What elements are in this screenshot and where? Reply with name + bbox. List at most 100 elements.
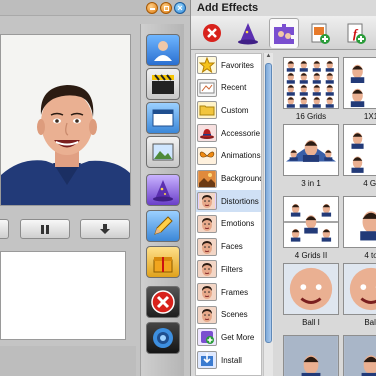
edit-tool-button[interactable] xyxy=(146,210,180,242)
window-icon xyxy=(152,109,174,127)
effect-thumbnail[interactable] xyxy=(283,196,339,248)
settings-tool-button[interactable] xyxy=(146,322,180,354)
tab-effects[interactable] xyxy=(269,18,299,48)
category-label: Get More xyxy=(221,332,255,342)
hat-icon xyxy=(197,124,217,143)
close-button[interactable]: × xyxy=(174,2,186,14)
tab-add-image[interactable] xyxy=(305,18,335,48)
clapper-tool-button[interactable] xyxy=(146,68,180,100)
face-icon xyxy=(197,260,217,279)
wizard-tool-button[interactable] xyxy=(146,174,180,206)
category-item-recent[interactable]: Recent xyxy=(196,77,261,99)
effect-label: 4 Grids II xyxy=(294,251,328,260)
category-item-animations[interactable]: Animations xyxy=(196,145,261,167)
effect-thumbnail[interactable] xyxy=(343,196,376,248)
category-item-background[interactable]: Background xyxy=(196,168,261,190)
effect-label: Ball xyxy=(364,318,376,327)
category-label: Favorites xyxy=(221,60,254,70)
face-icon xyxy=(197,305,217,324)
window-tool-button[interactable] xyxy=(146,102,180,134)
effect-thumbnail[interactable] xyxy=(283,263,339,315)
effect-label: 1X1 xyxy=(363,112,376,121)
star-icon xyxy=(197,56,217,74)
message-box[interactable] xyxy=(0,251,126,340)
category-label: Scenes xyxy=(221,310,248,320)
category-item-emotions[interactable]: Emotions xyxy=(196,213,261,235)
category-label: Install xyxy=(221,355,242,365)
category-item-faces[interactable]: Faces xyxy=(196,236,261,258)
maximize-button[interactable] xyxy=(160,2,172,14)
scroll-up-icon[interactable]: ▲ xyxy=(265,53,272,61)
wizard-hat-icon xyxy=(238,23,258,45)
previous-button[interactable] xyxy=(0,219,9,239)
close-icon: × xyxy=(177,3,183,13)
effect-thumbnail[interactable] xyxy=(343,57,376,109)
effect-label: 3 in 1 xyxy=(301,179,321,188)
category-label: Frames xyxy=(221,287,249,297)
image-tool-button[interactable] xyxy=(146,136,180,168)
capture-pane: × xyxy=(0,0,190,376)
window-title-bar: × xyxy=(0,0,190,16)
pause-icon xyxy=(40,224,50,234)
minimize-button[interactable] xyxy=(146,2,158,14)
tool-column xyxy=(140,24,184,376)
clock-icon xyxy=(197,78,217,97)
install-icon xyxy=(197,351,217,370)
effect-thumbnail[interactable] xyxy=(343,335,376,376)
category-list: Favorites Recent Custom Accessorie Animation… xyxy=(195,53,262,376)
person-tool-button[interactable] xyxy=(146,34,180,66)
download-button[interactable] xyxy=(80,219,130,239)
landscape-icon xyxy=(197,169,217,188)
category-item-get-more[interactable]: Get More xyxy=(196,326,261,348)
category-item-scenes[interactable]: Scenes xyxy=(196,304,261,326)
wizard-hat-icon xyxy=(153,180,173,202)
effect-thumbnail[interactable] xyxy=(283,124,339,176)
down-arrow-icon xyxy=(100,224,110,234)
get-more-icon xyxy=(197,328,217,347)
face-icon xyxy=(197,237,217,256)
category-label: Emotions xyxy=(221,219,255,229)
scroll-thumb[interactable] xyxy=(265,63,272,343)
category-label: Accessorie xyxy=(221,128,261,138)
category-item-install[interactable]: Install xyxy=(196,349,261,371)
tab-add-flash[interactable]: f xyxy=(341,18,371,48)
red-x-icon xyxy=(151,290,175,314)
effect-thumbnail[interactable] xyxy=(343,263,376,315)
category-label: Recent xyxy=(221,83,247,93)
butterfly-icon xyxy=(197,146,217,165)
folder-icon xyxy=(197,101,217,120)
category-item-custom[interactable]: Custom xyxy=(196,99,261,121)
category-item-accessorie[interactable]: Accessorie xyxy=(196,122,261,144)
category-label: Filters xyxy=(221,264,243,274)
category-scrollbar[interactable]: ▲ xyxy=(263,53,273,376)
pause-button[interactable] xyxy=(20,219,70,239)
maximize-icon xyxy=(164,6,169,11)
clapperboard-icon xyxy=(152,74,174,94)
effects-tab-strip: f xyxy=(191,16,376,50)
tab-remove[interactable] xyxy=(197,18,227,48)
bottom-strip xyxy=(0,346,136,376)
pencil-icon xyxy=(154,216,173,235)
effect-thumbnail[interactable] xyxy=(283,335,339,376)
red-x-icon xyxy=(203,24,221,42)
effects-panel: Add Effects f Favorites Recent Custom Acces… xyxy=(190,0,376,376)
category-item-filters[interactable]: Filters xyxy=(196,258,261,280)
category-item-distortions[interactable]: Distortions xyxy=(196,190,261,213)
webcam-preview xyxy=(0,34,131,206)
panel-title: Add Effects xyxy=(197,2,259,14)
effect-label: 4 to xyxy=(364,251,376,260)
puzzle-people-icon xyxy=(274,23,294,44)
effect-thumbnail[interactable] xyxy=(283,57,339,109)
gift-tool-button[interactable] xyxy=(146,246,180,278)
tab-wizard[interactable] xyxy=(233,18,263,48)
category-item-favorites[interactable]: Favorites xyxy=(196,54,261,76)
category-item-frames[interactable]: Frames xyxy=(196,281,261,303)
gear-icon xyxy=(153,328,173,348)
face-icon xyxy=(197,283,217,301)
category-label: Animations xyxy=(221,151,261,161)
gift-box-icon xyxy=(153,257,173,273)
close-tool-button[interactable] xyxy=(146,286,180,318)
effect-thumbnail[interactable] xyxy=(343,124,376,176)
effect-label: 4 Gr xyxy=(363,179,376,188)
image-icon xyxy=(152,143,174,161)
